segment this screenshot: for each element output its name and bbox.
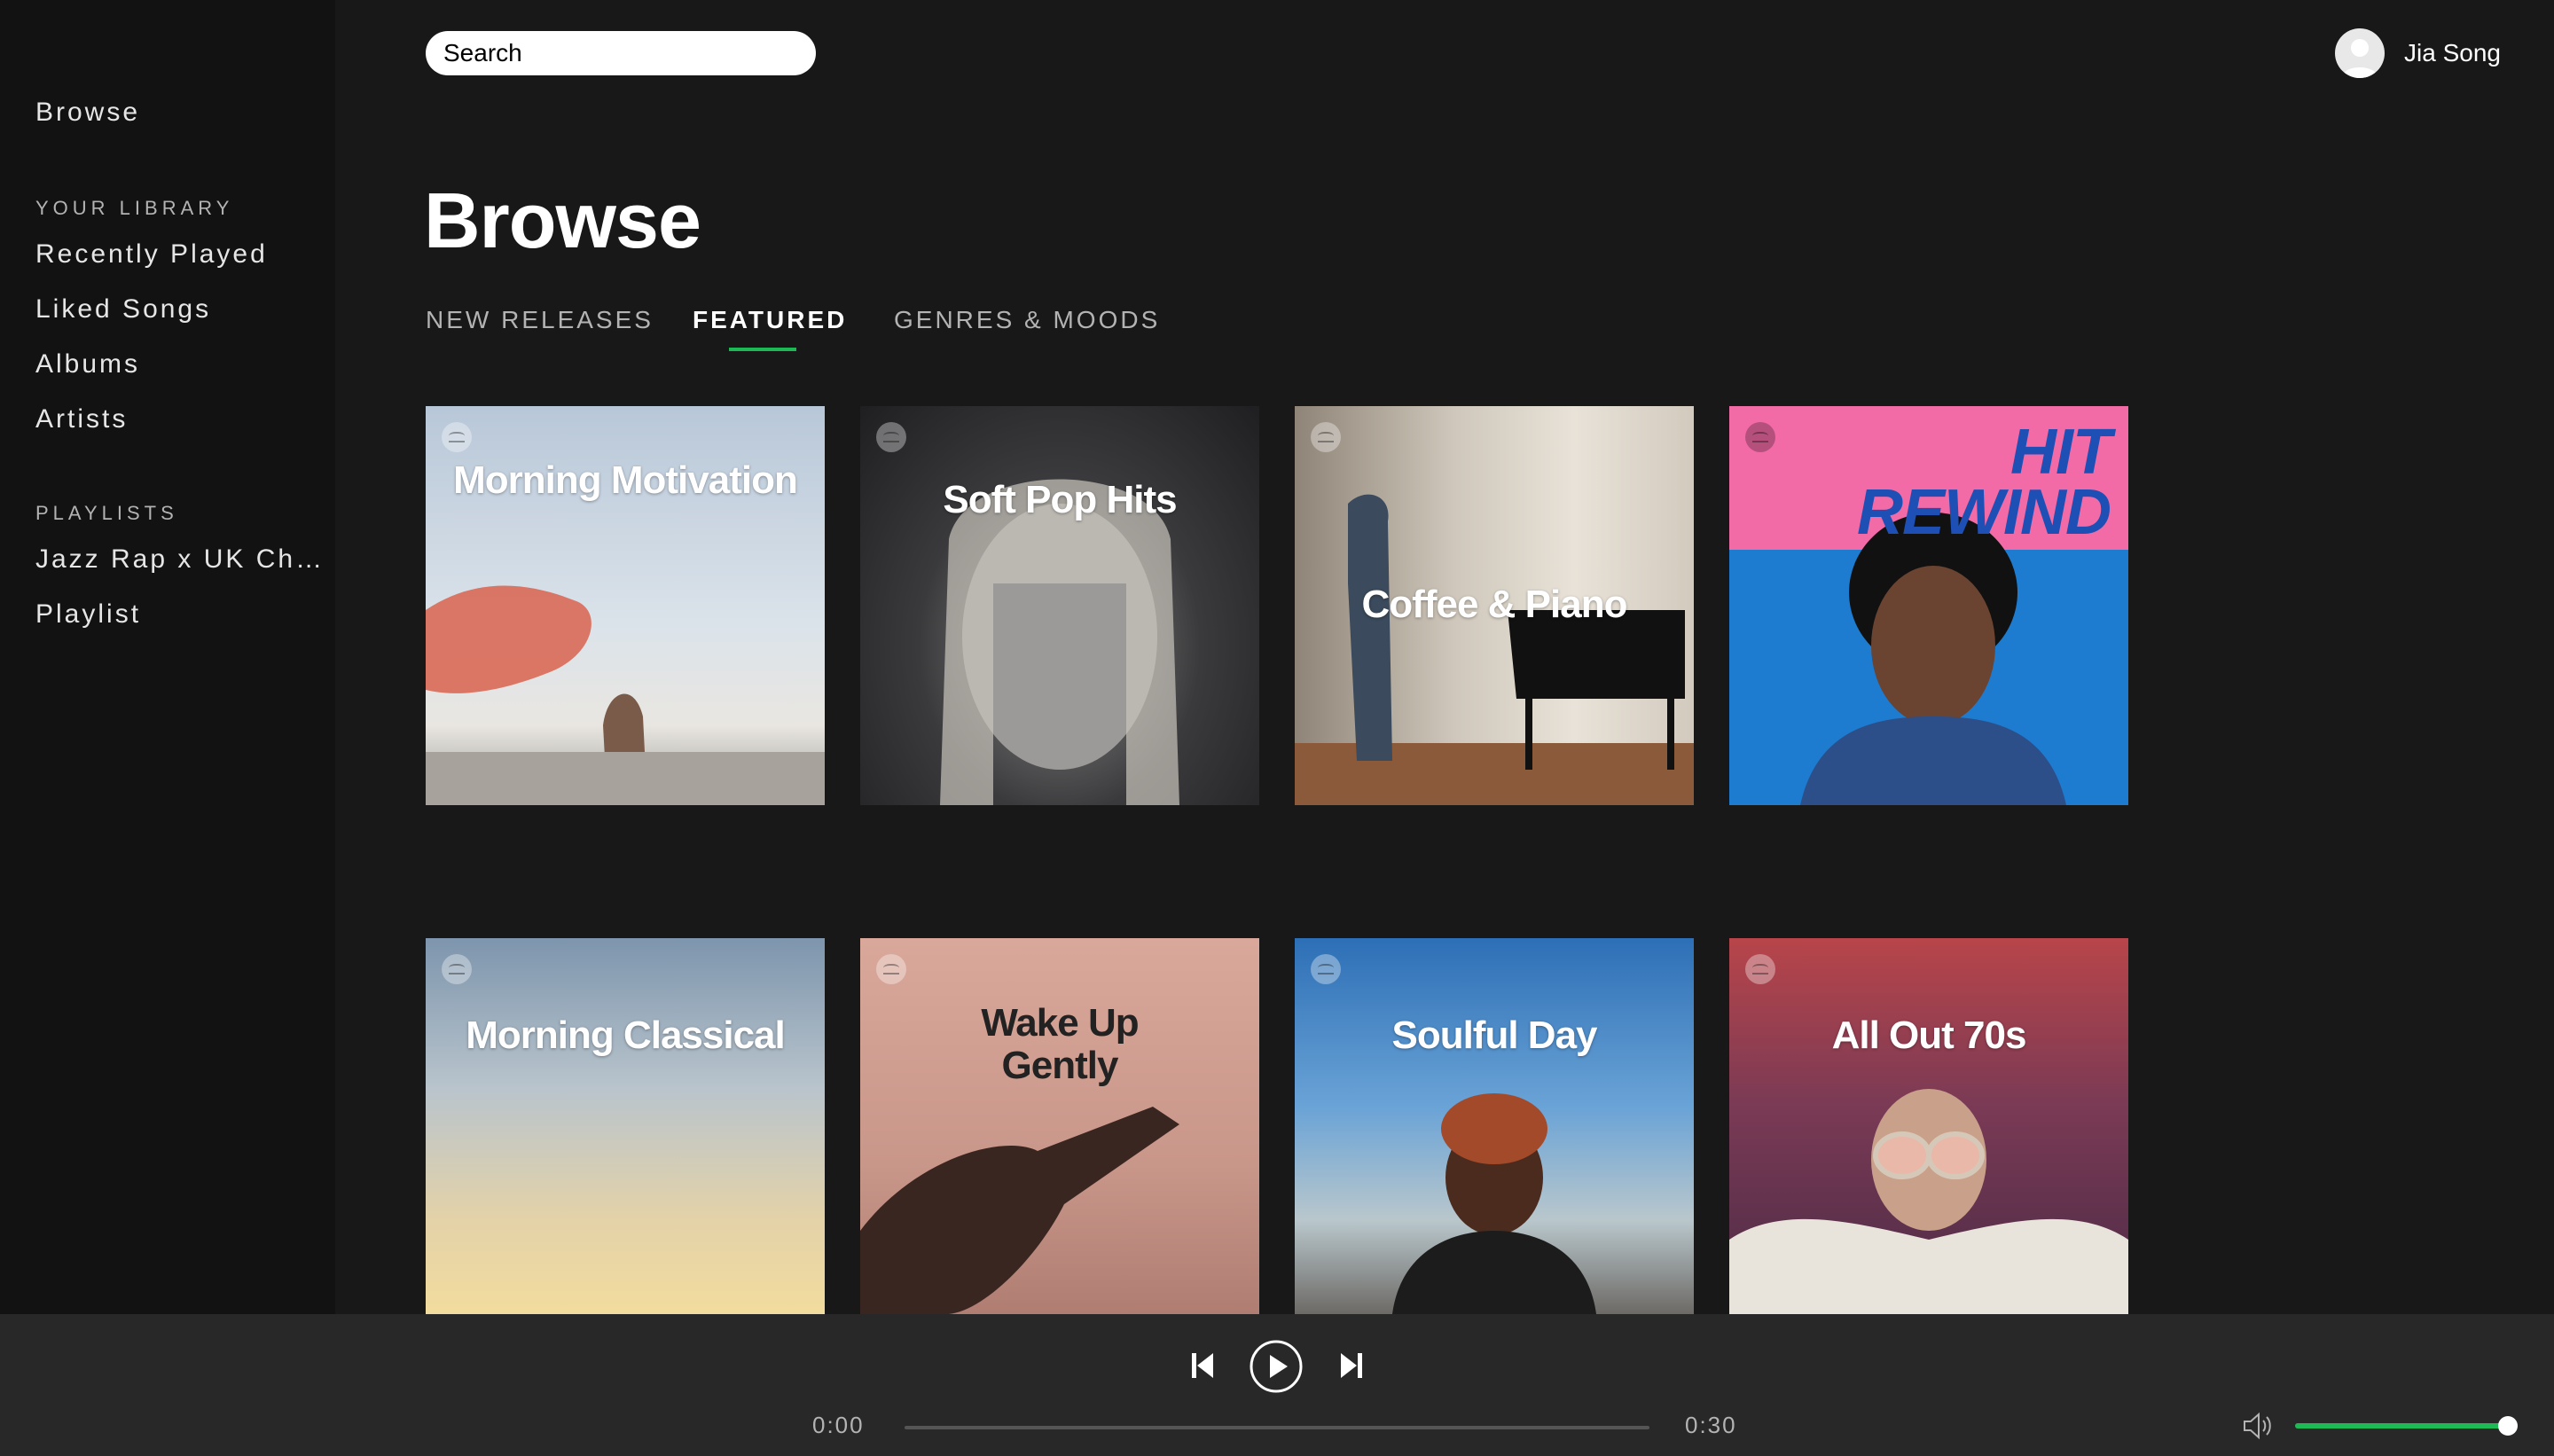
playlists-heading: PLAYLISTS [35,502,178,524]
playlist-card-soulful-day[interactable]: Soulful Day [1295,938,1694,1314]
card-artwork [1392,1093,1596,1314]
elapsed-time: 0:00 [812,1412,865,1438]
page-title: Browse [424,176,701,264]
playlist-title: Coffee & Piano [1361,583,1628,626]
sidebar-playlist-item[interactable]: Jazz Rap x UK Ch… [35,544,325,575]
playlist-card-morning-classical[interactable]: Morning Classical [426,938,825,1314]
username: Jia Song [2404,39,2501,67]
sidebar: Browse YOUR LIBRARY Recently Played Like… [0,0,335,1314]
sidebar-playlist-item[interactable]: Playlist [35,599,141,630]
progress-bar[interactable] [905,1426,1649,1429]
playlist-card-hit-rewind[interactable]: HIT REWIND [1729,406,2128,805]
card-artwork [860,1107,1179,1314]
playlist-card-coffee-piano[interactable]: Coffee & Piano [1295,406,1694,805]
playlist-title: All Out 70s [1831,1014,2027,1057]
spotify-logo-icon [876,954,906,984]
tab-genres-moods[interactable]: GENRES & MOODS [894,306,1160,334]
playlist-card-all-out-70s[interactable]: All Out 70s [1729,938,2128,1314]
spotify-logo-icon [1311,954,1341,984]
volume-handle[interactable] [2498,1416,2518,1436]
spotify-logo-icon [1745,954,1775,984]
avatar [2335,28,2386,78]
playlist-title: Morning Motivation [453,458,798,502]
next-track-icon[interactable] [1337,1350,1366,1382]
library-heading: YOUR LIBRARY [35,197,234,219]
playlist-title: HIT REWIND [1857,417,2111,548]
tab-new-releases[interactable]: NEW RELEASES [426,306,654,334]
duration-time: 0:30 [1685,1412,1737,1438]
card-artwork [1729,1089,2128,1314]
play-button[interactable] [1249,1339,1304,1394]
user-menu[interactable]: Jia Song [2335,27,2501,80]
previous-track-icon[interactable] [1188,1350,1217,1382]
spotify-logo-icon [442,422,472,452]
spotify-logo-icon [876,422,906,452]
spotify-logo-icon [1311,422,1341,452]
card-artwork [940,479,1179,805]
search-input[interactable] [426,31,816,75]
playlist-title: Wake Up Gently [981,1001,1139,1087]
volume-slider[interactable] [2295,1416,2518,1436]
sidebar-item-albums[interactable]: Albums [35,349,140,380]
playlist-card-wake-up-gently[interactable]: Wake Up Gently [860,938,1259,1314]
playlist-title: Morning Classical [466,1014,786,1057]
sidebar-item-browse[interactable]: Browse [35,98,140,128]
tab-featured[interactable]: FEATURED [693,306,847,334]
playlist-title: Soulful Day [1391,1014,1597,1057]
volume-icon[interactable] [2242,1412,2274,1440]
sidebar-item-artists[interactable]: Artists [35,404,128,434]
spotify-logo-icon [442,954,472,984]
volume-fill [2295,1423,2517,1429]
user-icon [2342,39,2378,78]
sidebar-item-recently-played[interactable]: Recently Played [35,239,268,270]
active-tab-indicator [729,348,796,351]
playlist-title: Soft Pop Hits [943,478,1177,521]
playlist-card-soft-pop-hits[interactable]: Soft Pop Hits [860,406,1259,805]
playlist-card-morning-motivation[interactable]: Morning Motivation [426,406,825,805]
sidebar-item-liked-songs[interactable]: Liked Songs [35,294,211,325]
